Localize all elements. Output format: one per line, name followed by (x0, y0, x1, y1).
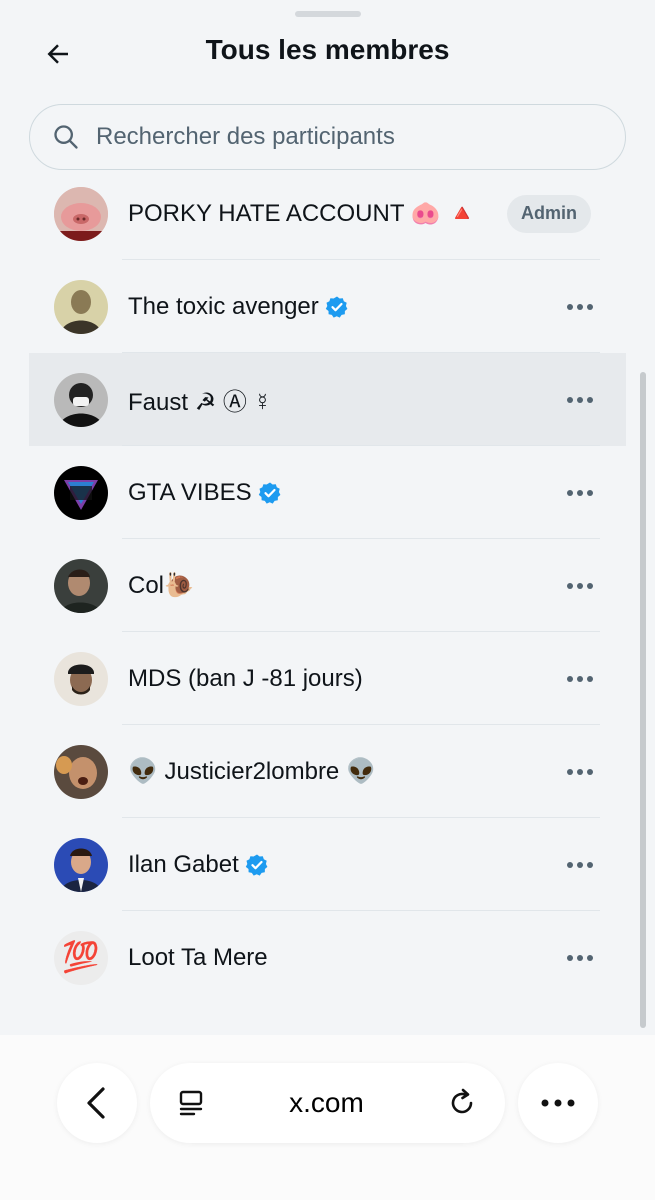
member-row[interactable]: GTA VIBES (29, 446, 626, 539)
member-name: GTA VIBES (128, 479, 282, 507)
user-photo-icon (54, 279, 108, 334)
chevron-left-icon (87, 1087, 105, 1119)
member-row[interactable]: Ilan Gabet (29, 818, 626, 911)
ellipsis-icon (567, 582, 593, 589)
hundred-points-icon: 💯 (62, 940, 100, 975)
user-photo-icon (54, 837, 108, 892)
verified-badge-icon (325, 296, 348, 318)
more-options-button[interactable] (560, 566, 600, 606)
member-row[interactable]: 👽 Justicier2lombre 👽 (29, 725, 626, 818)
member-row[interactable]: 💯 Loot Ta Mere (29, 911, 626, 1004)
ellipsis-icon (567, 396, 593, 403)
browser-more-button[interactable] (518, 1063, 598, 1143)
more-options-button[interactable] (560, 752, 600, 792)
member-row[interactable]: The toxic avenger (29, 260, 626, 353)
member-row[interactable]: MDS (ban J -81 jours) (29, 632, 626, 725)
more-options-button[interactable] (560, 473, 600, 513)
member-name: Col🐌 (128, 572, 194, 599)
member-name: MDS (ban J -81 jours) (128, 664, 363, 692)
verified-badge-icon (258, 482, 281, 504)
avatar (54, 186, 108, 241)
members-sheet: Tous les membres PORKY HATE ACCOUNT 🐽 🔺 (0, 0, 655, 1035)
admin-badge: Admin (507, 194, 591, 233)
pig-avatar-icon (54, 186, 108, 241)
scrollbar[interactable] (640, 372, 646, 1028)
ellipsis-icon (567, 768, 593, 775)
member-name: Ilan Gabet (128, 851, 269, 879)
more-options-button[interactable] (560, 380, 600, 420)
search-input[interactable] (96, 123, 625, 151)
search-icon (54, 125, 78, 149)
member-row[interactable]: Faust ☭ Ⓐ ☿ (29, 353, 626, 446)
member-name: 👽 Justicier2lombre 👽 (128, 758, 376, 785)
verified-badge-icon (245, 854, 268, 876)
avatar (54, 837, 108, 892)
member-name: PORKY HATE ACCOUNT 🐽 🔺 (128, 200, 478, 227)
header: Tous les membres (0, 22, 655, 82)
page-title: Tous les membres (205, 34, 450, 65)
members-list: PORKY HATE ACCOUNT 🐽 🔺 Admin The toxic a… (0, 180, 655, 1020)
ellipsis-icon (567, 954, 593, 961)
member-row[interactable]: PORKY HATE ACCOUNT 🐽 🔺 Admin (29, 180, 626, 260)
member-name: Loot Ta Mere (128, 943, 268, 971)
avatar (54, 651, 108, 706)
member-name: Faust ☭ Ⓐ ☿ (128, 389, 272, 416)
avatar: 💯 (54, 930, 108, 985)
search-box[interactable] (29, 104, 626, 170)
reader-mode-icon (179, 1090, 203, 1116)
avatar (54, 465, 108, 520)
avatar (54, 372, 108, 427)
ellipsis-icon (567, 303, 593, 310)
address-bar[interactable]: x.com (150, 1063, 505, 1143)
ellipsis-icon (567, 861, 593, 868)
gta-logo-icon (54, 465, 108, 520)
more-options-button[interactable] (560, 659, 600, 699)
ellipsis-icon (567, 675, 593, 682)
more-options-button[interactable] (560, 938, 600, 978)
more-options-button[interactable] (560, 845, 600, 885)
browser-back-button[interactable] (57, 1063, 137, 1143)
member-name: The toxic avenger (128, 293, 349, 321)
reload-icon[interactable] (447, 1088, 477, 1118)
avatar (54, 279, 108, 334)
member-row[interactable]: Col🐌 (29, 539, 626, 632)
sheet-grabber[interactable] (295, 11, 361, 17)
ellipsis-icon (567, 489, 593, 496)
user-photo-icon (54, 372, 108, 427)
browser-toolbar: x.com (0, 1035, 655, 1200)
url-text: x.com (289, 1087, 364, 1118)
ellipsis-icon (541, 1099, 575, 1107)
user-photo-icon (54, 651, 108, 706)
avatar (54, 558, 108, 613)
avatar (54, 744, 108, 799)
more-options-button[interactable] (560, 287, 600, 327)
user-photo-icon (54, 744, 108, 799)
user-photo-icon (54, 558, 108, 613)
